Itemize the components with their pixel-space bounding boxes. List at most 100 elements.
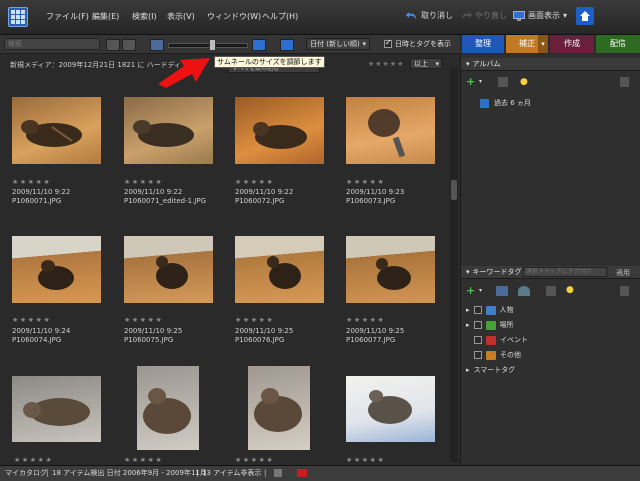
home-icon: [580, 11, 590, 21]
thumbnail-p1060071[interactable]: [12, 97, 101, 164]
tag-item-places[interactable]: ▸ 場所: [466, 319, 514, 331]
small-thumbnails-icon[interactable]: [150, 39, 164, 51]
tag-checkbox[interactable]: [473, 321, 482, 329]
thumbnail-p1060072[interactable]: [235, 97, 324, 164]
tag-cloud-icon[interactable]: [518, 286, 530, 296]
thumbnail-p1060073[interactable]: [346, 97, 435, 164]
slideshow-icon[interactable]: [280, 39, 294, 51]
tag-item-events[interactable]: イベント: [474, 334, 528, 346]
item-filename: P1060077.JPG: [346, 335, 396, 344]
menu-help[interactable]: ヘルプ(H): [262, 11, 298, 22]
menu-view[interactable]: 表示(V): [167, 11, 195, 22]
trash-icon[interactable]: [620, 286, 629, 296]
album-item[interactable]: 過去 6 ヵ月: [480, 98, 531, 108]
display-menu-button[interactable]: 画面表示 ▾: [513, 10, 567, 21]
tag-checkbox[interactable]: [474, 351, 482, 359]
chevron-right-icon[interactable]: ▸: [466, 321, 470, 329]
tag-view-icon[interactable]: [496, 286, 508, 296]
thumbnail-p1060075[interactable]: [124, 236, 213, 303]
show-datetime-label: 日時とタグを表示: [395, 40, 451, 48]
cat-photo-icon: [143, 388, 191, 434]
display-label: 画面表示: [528, 11, 560, 20]
rating-stars[interactable]: ★★★★★: [235, 456, 274, 464]
large-thumbnails-icon[interactable]: [252, 39, 266, 51]
thumbnail-p1060076[interactable]: [235, 236, 324, 303]
keyword-tags-header-label: キーワードタグ: [472, 268, 522, 276]
thumbnail-row3-4[interactable]: [346, 376, 435, 442]
tag-checkbox[interactable]: [474, 336, 482, 344]
rating-stars[interactable]: ★★★★★: [124, 178, 163, 186]
rating-stars[interactable]: ★★★★★: [346, 178, 385, 186]
thumbnail-row3-2[interactable]: [137, 366, 199, 450]
trash-icon[interactable]: [620, 77, 629, 87]
apply-button[interactable]: 適用: [616, 268, 630, 278]
rating-stars[interactable]: ★★★★★: [12, 316, 51, 324]
smart-tags-item[interactable]: ▸ スマートタグ: [466, 364, 515, 376]
home-button[interactable]: [576, 7, 594, 25]
alert-icon[interactable]: [297, 469, 307, 477]
thumbnail-row3-3[interactable]: [248, 366, 310, 450]
rating-filter-select[interactable]: 以上 ▾: [410, 58, 442, 69]
menu-window[interactable]: ウィンドウ(W): [207, 11, 261, 22]
sort-select[interactable]: 日付 (新しい順) ▾: [306, 38, 370, 50]
rating-stars[interactable]: ★★★★★: [346, 456, 385, 464]
catalog-name[interactable]: マイカタログ: [5, 466, 47, 480]
tag-checkbox[interactable]: [473, 306, 482, 314]
tag-apply-input[interactable]: [523, 267, 607, 277]
rating-stars[interactable]: ★★★★★: [346, 316, 385, 324]
thumbnail-p1060071-edited[interactable]: [124, 97, 213, 164]
redo-label: やり直し: [475, 11, 507, 20]
edit-album-icon[interactable]: [498, 77, 508, 87]
sort-value: 日付 (新しい順): [310, 40, 360, 48]
disk-icon[interactable]: [274, 469, 282, 477]
show-datetime-checkbox[interactable]: ✓: [384, 38, 392, 48]
rating-stars[interactable]: ★★★★★: [14, 456, 53, 464]
thumbnail-caption: 2009/11/10 9:25 P1060077.JPG: [346, 327, 404, 344]
search-input[interactable]: [4, 38, 100, 50]
version-set-icon[interactable]: [122, 39, 136, 51]
item-filename: P1060072.JPG: [235, 196, 285, 205]
albums-header[interactable]: ▾ アルバム: [461, 58, 640, 71]
rating-stars[interactable]: ★★★★★: [235, 316, 274, 324]
thumbnail-p1060077[interactable]: [346, 236, 435, 303]
tab-share[interactable]: 配信: [596, 35, 640, 53]
rating-stars[interactable]: ★★★★★: [124, 456, 163, 464]
thumbnail-row3-1[interactable]: [12, 376, 101, 442]
item-filename: P1060076.JPG: [235, 335, 285, 344]
grid-scrollbar-thumb[interactable]: [451, 180, 457, 200]
add-tag-button[interactable]: +: [466, 285, 476, 296]
rating-stars[interactable]: ★★★★★: [124, 316, 163, 324]
menu-file[interactable]: ファイル(F): [46, 11, 89, 22]
cat-photo-icon: [254, 388, 302, 432]
chevron-right-icon[interactable]: ▸: [466, 366, 470, 374]
chevron-down-icon: ▾: [466, 60, 470, 68]
chevron-down-icon[interactable]: ▾: [479, 287, 482, 294]
lightbulb-icon[interactable]: ●: [520, 77, 528, 87]
stack-icon[interactable]: [106, 39, 120, 51]
tab-fix[interactable]: 補正 ▾: [506, 35, 548, 53]
thumbnail-size-slider[interactable]: [168, 43, 248, 48]
grid-scrollbar[interactable]: [450, 68, 458, 462]
add-album-button[interactable]: +: [466, 76, 476, 87]
tag-item-other[interactable]: その他: [474, 349, 521, 361]
rating-stars[interactable]: ★★★★★: [12, 178, 51, 186]
tab-create[interactable]: 作成: [550, 35, 594, 53]
rating-filter-stars[interactable]: ★★★★★: [368, 60, 404, 68]
rating-stars[interactable]: ★★★★★: [235, 178, 274, 186]
redo-button[interactable]: やり直し: [460, 10, 507, 21]
item-date: 2009/11/10 9:25: [124, 327, 183, 335]
chevron-right-icon[interactable]: ▸: [466, 306, 470, 314]
menu-edit[interactable]: 編集(E): [92, 11, 119, 22]
tag-item-people[interactable]: ▸ 人物: [466, 304, 514, 316]
chevron-down-icon[interactable]: ▾: [538, 35, 548, 53]
tag-edit-icon[interactable]: [546, 286, 556, 296]
thumbnail-p1060074[interactable]: [12, 236, 101, 303]
undo-button[interactable]: 取り消し: [406, 10, 453, 21]
lightbulb-icon[interactable]: ●: [566, 285, 574, 295]
show-datetime-toggle[interactable]: ✓ 日時とタグを表示: [384, 38, 451, 49]
thumbnail-caption: 2009/11/10 9:22 P1060071.JPG: [12, 188, 70, 205]
menu-find[interactable]: 検索(I): [132, 11, 157, 22]
tab-organize[interactable]: 整理: [462, 35, 504, 53]
slider-handle[interactable]: [209, 39, 216, 51]
chevron-down-icon[interactable]: ▾: [479, 78, 482, 85]
